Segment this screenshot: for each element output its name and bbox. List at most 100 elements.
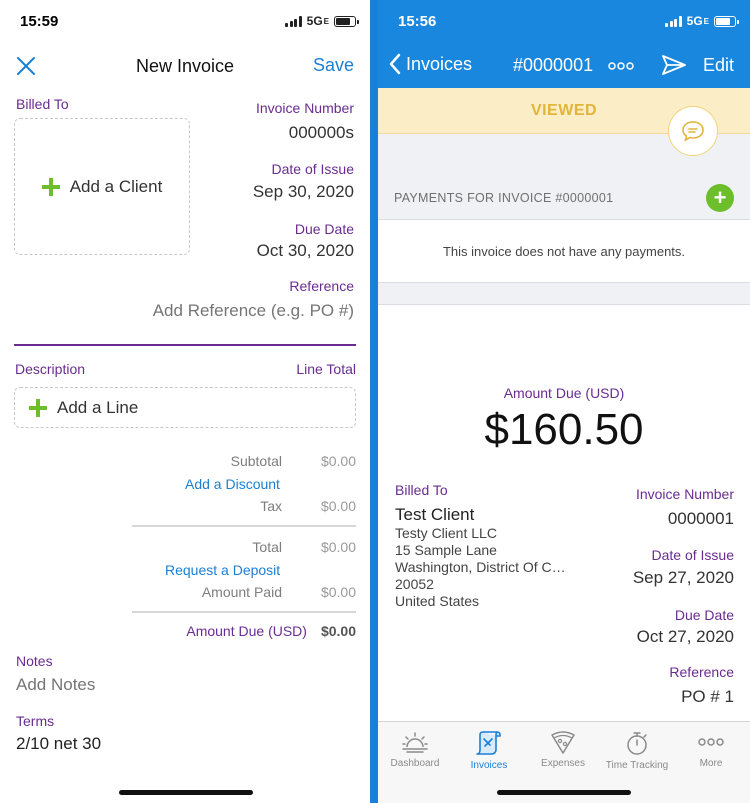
reference-label: Reference: [669, 664, 734, 680]
back-label: Invoices: [406, 53, 473, 74]
tab-label: Invoices: [470, 760, 508, 771]
tax-label: Tax: [260, 498, 282, 514]
network-suffix: E: [703, 16, 709, 26]
comment-button[interactable]: [668, 106, 718, 156]
client-street: 15 Sample Lane: [395, 542, 497, 558]
invoice-title: #0000001: [513, 55, 594, 75]
due-date-field[interactable]: Oct 30, 2020: [257, 241, 354, 261]
billed-to-label: Billed To: [395, 482, 448, 498]
amount-due-label: Amount Due (USD): [503, 385, 625, 401]
amount-due-label: Amount Due (USD): [186, 623, 307, 639]
back-button[interactable]: Invoices: [388, 53, 472, 75]
invoice-number-label: Invoice Number: [255, 100, 354, 116]
invoice-scroll-icon: [476, 731, 501, 755]
add-client-button[interactable]: Add a Client: [14, 118, 190, 255]
chevron-left-icon: [389, 53, 401, 75]
reference-input[interactable]: [134, 301, 354, 321]
client-country: United States: [395, 593, 480, 609]
tab-expenses[interactable]: Expenses: [526, 730, 600, 769]
network-label: 5G: [306, 14, 323, 28]
reference-value: PO # 1: [681, 687, 734, 706]
terms-label: Terms: [16, 713, 55, 729]
tab-label: More: [699, 758, 723, 769]
edit-button[interactable]: Edit: [703, 55, 734, 76]
network-suffix: E: [323, 16, 329, 26]
request-deposit-link[interactable]: Request a Deposit: [165, 562, 280, 578]
add-payment-button[interactable]: +: [706, 184, 734, 212]
home-indicator[interactable]: [497, 790, 631, 795]
total-row: Total $0.00: [116, 539, 356, 555]
battery-icon: [714, 15, 739, 27]
invoice-number-field[interactable]: 000000s: [289, 123, 354, 143]
client-name: Test Client: [395, 505, 475, 524]
invoice-detail-screen: 15:56 5G E Invoices #0000001 Edit VIEWED …: [378, 0, 750, 803]
section-divider: [14, 344, 356, 346]
battery-icon: [334, 15, 359, 27]
notes-input[interactable]: [16, 675, 316, 695]
tab-invoices[interactable]: Invoices: [452, 730, 526, 771]
more-dots-icon: [698, 738, 724, 746]
status-time: 15:59: [20, 13, 59, 30]
amount-due-value: $0.00: [320, 623, 356, 639]
spacer: [378, 283, 750, 305]
subtotal-label: Subtotal: [230, 453, 282, 469]
add-client-label: Add a Client: [69, 176, 163, 196]
total-label: Total: [252, 539, 282, 555]
status-icons: 5G E: [285, 14, 359, 28]
tab-more[interactable]: More: [674, 730, 748, 769]
totals-divider: [132, 525, 356, 527]
add-discount-link[interactable]: Add a Discount: [185, 476, 280, 492]
more-options-icon[interactable]: [608, 57, 634, 75]
tax-row: Tax $0.00: [116, 498, 356, 514]
amount-paid-value: $0.00: [320, 584, 356, 600]
totals-divider: [132, 611, 356, 613]
send-icon[interactable]: [661, 54, 687, 76]
tab-label: Expenses: [541, 758, 585, 769]
stopwatch-icon: [627, 732, 647, 755]
date-of-issue-field[interactable]: Sep 30, 2020: [253, 182, 354, 202]
client-company: Testy Client LLC: [395, 525, 497, 541]
add-line-label: Add a Line: [57, 397, 139, 417]
date-of-issue-value: Sep 27, 2020: [632, 568, 734, 587]
tab-label: Dashboard: [390, 758, 440, 769]
tab-bar: Dashboard Invoices Expenses Time Trackin…: [378, 721, 750, 803]
date-of-issue-label: Date of Issue: [651, 547, 735, 563]
header-bar: 15:56 5G E Invoices #0000001 Edit: [378, 0, 750, 88]
nav-bar: New Invoice Save: [0, 44, 370, 88]
tab-label: Time Tracking: [605, 760, 669, 771]
signal-icon: [285, 15, 302, 27]
due-date-value: Oct 27, 2020: [636, 627, 734, 646]
add-line-button[interactable]: Add a Line: [14, 387, 356, 428]
pizza-icon: [551, 731, 575, 754]
due-date-label: Due Date: [294, 221, 354, 237]
payments-header: PAYMENTS FOR INVOICE #0000001: [378, 174, 750, 220]
tab-dashboard[interactable]: Dashboard: [378, 730, 452, 769]
due-date-label: Due Date: [674, 607, 734, 623]
plus-icon: +: [713, 185, 727, 210]
notes-label: Notes: [16, 653, 53, 669]
tab-time-tracking[interactable]: Time Tracking: [600, 730, 674, 771]
date-of-issue-label: Date of Issue: [271, 161, 355, 177]
client-zip: 20052: [395, 576, 434, 592]
tax-value: $0.00: [320, 498, 356, 514]
no-payments-message: This invoice does not have any payments.: [378, 221, 750, 283]
status-icons: 5G E: [665, 14, 739, 28]
reference-label: Reference: [289, 278, 354, 294]
save-button[interactable]: Save: [313, 55, 354, 76]
client-city: Washington, District Of C…: [395, 559, 566, 575]
description-label: Description: [15, 361, 86, 377]
new-invoice-screen: 15:59 5G E New Invoice Save Billed To Add…: [0, 0, 370, 803]
subtotal-row: Subtotal $0.00: [116, 453, 356, 469]
invoice-number-label: Invoice Number: [635, 486, 734, 502]
comment-icon: [682, 121, 704, 142]
invoice-number-value: 0000001: [667, 509, 734, 528]
amount-paid-label: Amount Paid: [201, 584, 282, 600]
plus-icon: [41, 177, 60, 196]
signal-icon: [665, 15, 682, 27]
total-value: $0.00: [320, 539, 356, 555]
home-indicator[interactable]: [119, 790, 253, 795]
terms-field[interactable]: 2/10 net 30: [16, 734, 101, 754]
payments-header-label: PAYMENTS FOR INVOICE #0000001: [394, 191, 614, 205]
sunrise-icon: [402, 732, 428, 753]
amount-due-value: $160.50: [484, 405, 644, 454]
